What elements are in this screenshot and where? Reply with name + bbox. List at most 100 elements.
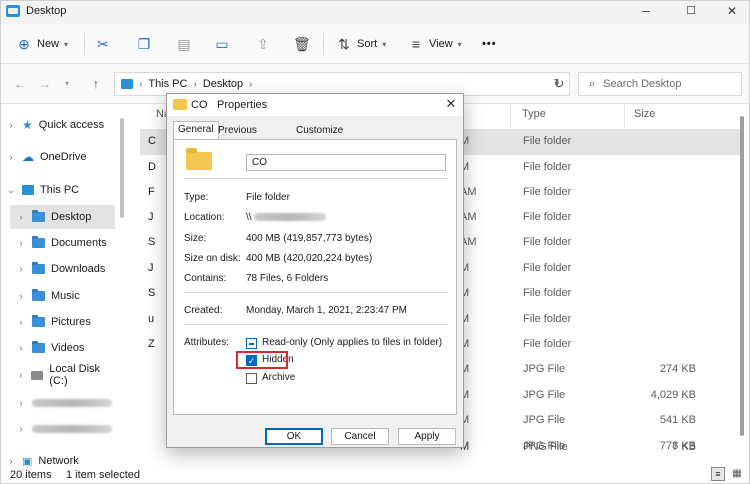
- cut-button[interactable]: ✂: [95, 33, 111, 55]
- row-type: File folder: [523, 287, 572, 299]
- share-button[interactable]: ⇪: [255, 33, 271, 55]
- toolbar-divider: [84, 34, 85, 54]
- file-list-scrollbar[interactable]: [738, 104, 746, 461]
- chevron-right-icon[interactable]: ›: [6, 152, 16, 162]
- row-name: C: [148, 135, 156, 147]
- breadcrumb-this-pc[interactable]: This PC: [148, 78, 187, 90]
- column-header-type[interactable]: Type: [522, 108, 546, 120]
- sidebar-item-quick-access[interactable]: › ★ Quick access: [6, 113, 116, 137]
- back-arrow-icon[interactable]: ←: [12, 76, 28, 92]
- sidebar-item-downloads[interactable]: › Downloads: [16, 257, 116, 281]
- breadcrumb-separator-icon: ›: [249, 78, 253, 90]
- chevron-down-icon: ▾: [457, 39, 462, 49]
- minimize-button[interactable]: –: [632, 2, 660, 20]
- folder-name-input[interactable]: CO: [246, 154, 446, 171]
- rename-button[interactable]: ▭: [214, 33, 230, 55]
- view-button[interactable]: ≡ View ▾: [408, 33, 462, 55]
- row-name: Z: [148, 338, 155, 350]
- sidebar-item-local-disk[interactable]: › Local Disk (C:): [16, 363, 116, 387]
- chevron-right-icon[interactable]: ›: [16, 424, 26, 434]
- cancel-button[interactable]: Cancel: [331, 428, 389, 445]
- status-bar: 20 items 1 item selected ≡ ▦: [0, 466, 750, 484]
- sidebar-scrollbar[interactable]: [118, 110, 126, 450]
- divider: [184, 324, 448, 325]
- scrollbar-thumb[interactable]: [120, 118, 124, 218]
- divider: [184, 178, 448, 179]
- sidebar-item-videos[interactable]: › Videos: [16, 336, 116, 360]
- chevron-right-icon[interactable]: ›: [6, 120, 16, 130]
- paste-button[interactable]: ▤: [176, 33, 192, 55]
- sidebar-item-this-pc[interactable]: ⌄ This PC: [6, 178, 116, 202]
- folder-icon: [32, 341, 45, 353]
- folder-icon: [32, 315, 45, 327]
- redacted-label: [32, 425, 112, 433]
- new-label: New: [37, 38, 60, 50]
- refresh-icon[interactable]: ↻: [551, 76, 567, 92]
- folder-icon: [32, 289, 45, 301]
- chevron-right-icon[interactable]: ›: [16, 317, 26, 327]
- recent-locations-chevron-icon[interactable]: ▾: [59, 76, 75, 92]
- chevron-right-icon[interactable]: ›: [16, 212, 26, 222]
- more-options-button[interactable]: •••: [482, 33, 497, 55]
- column-divider[interactable]: [510, 104, 511, 128]
- sidebar-item-desktop[interactable]: › Desktop: [10, 205, 115, 229]
- delete-button[interactable]: 🗑: [293, 33, 311, 55]
- column-header-size[interactable]: Size: [634, 108, 655, 120]
- scrollbar-thumb[interactable]: [740, 116, 744, 436]
- column-divider[interactable]: [624, 104, 625, 128]
- sidebar-item-label: Pictures: [51, 316, 91, 328]
- row-name: u: [148, 313, 155, 325]
- close-icon[interactable]: ✕: [443, 96, 459, 112]
- tab-general[interactable]: General: [173, 121, 219, 141]
- tab-customize[interactable]: Customize: [291, 122, 348, 140]
- search-box[interactable]: ⌕ Search Desktop: [578, 72, 742, 96]
- sidebar-item-label: Downloads: [51, 263, 106, 275]
- plus-icon: ⊕: [18, 36, 30, 52]
- row-type: File folder: [523, 338, 572, 350]
- sidebar-item-music[interactable]: › Music: [16, 284, 116, 308]
- row-size: 4,029 KB: [650, 389, 696, 401]
- forward-arrow-icon[interactable]: →: [37, 76, 53, 92]
- chevron-right-icon[interactable]: ›: [16, 238, 26, 248]
- new-button[interactable]: ⊕ New ▾: [16, 33, 68, 55]
- tab-previous-versions[interactable]: Previous Versions: [213, 122, 262, 152]
- apply-button[interactable]: Apply: [398, 428, 456, 445]
- chevron-down-icon: ▾: [64, 39, 69, 49]
- up-arrow-icon[interactable]: ↑: [88, 76, 104, 92]
- sidebar-item-network-drive[interactable]: ›: [16, 391, 116, 415]
- folder-icon: [173, 99, 187, 110]
- tiles-view-icon[interactable]: ▦: [730, 467, 744, 481]
- readonly-checkbox[interactable]: [246, 338, 257, 349]
- attributes-label: Attributes:: [184, 337, 230, 348]
- archive-label: Archive: [262, 372, 296, 383]
- chevron-right-icon[interactable]: ›: [16, 343, 26, 353]
- chevron-right-icon[interactable]: ›: [16, 370, 25, 380]
- scissors-icon: ✂: [97, 36, 109, 52]
- close-button[interactable]: ✕: [718, 2, 746, 20]
- sidebar-item-network-drive[interactable]: ›: [16, 417, 116, 441]
- created-value: Monday, March 1, 2021, 2:23:47 PM: [246, 305, 408, 316]
- row-type: File folder: [523, 186, 572, 198]
- breadcrumb-separator-icon: ›: [193, 78, 197, 90]
- sidebar-item-pictures[interactable]: › Pictures: [16, 310, 116, 334]
- sort-button[interactable]: ⇅ Sort ▾: [336, 33, 386, 55]
- navigation-pane: › ★ Quick access › ☁ OneDrive ⌄ This PC …: [0, 104, 118, 468]
- sidebar-item-onedrive[interactable]: › ☁ OneDrive: [6, 145, 116, 169]
- dialog-folder-name: CO: [191, 99, 208, 111]
- details-view-icon[interactable]: ≡: [711, 467, 725, 481]
- sidebar-item-documents[interactable]: › Documents: [16, 231, 116, 255]
- maximize-button[interactable]: ☐: [677, 2, 705, 20]
- archive-checkbox[interactable]: [246, 373, 257, 384]
- view-icon: ≡: [411, 36, 421, 52]
- row-type: File folder: [523, 211, 572, 223]
- breadcrumb-desktop[interactable]: Desktop: [203, 78, 243, 90]
- chevron-right-icon[interactable]: ›: [16, 264, 26, 274]
- chevron-right-icon[interactable]: ›: [16, 291, 26, 301]
- copy-button[interactable]: ❐: [136, 33, 152, 55]
- ok-button[interactable]: OK: [265, 428, 323, 445]
- size-value: 400 MB (419,857,773 bytes): [246, 233, 373, 244]
- chevron-down-icon[interactable]: ⌄: [6, 185, 16, 196]
- chevron-right-icon[interactable]: ›: [16, 398, 26, 408]
- row-type: JPG File: [523, 389, 566, 401]
- chevron-right-icon[interactable]: ›: [6, 456, 16, 466]
